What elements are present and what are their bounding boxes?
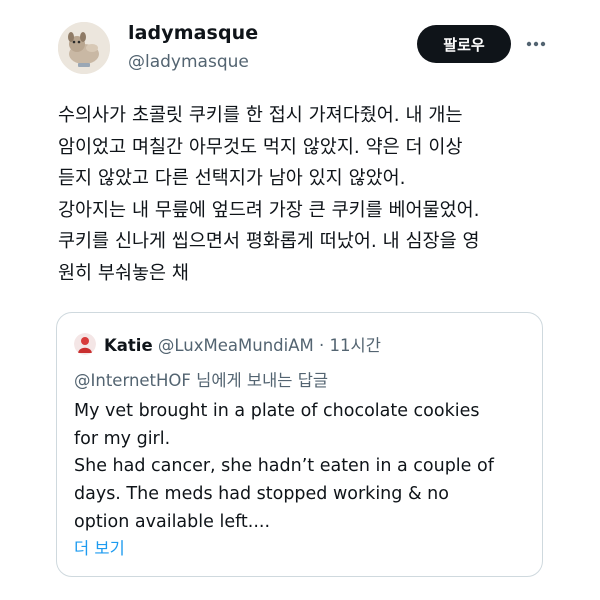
reply-context: @InternetHOF 님에게 보내는 답글 — [74, 367, 328, 391]
red-avatar-icon — [74, 333, 96, 355]
show-more-link[interactable]: 더 보기 — [74, 535, 125, 559]
tweet-text-line: 수의사가 초콜릿 쿠키를 한 접시 가져다줬어. 내 개는 — [58, 105, 463, 126]
dog-avatar-icon — [58, 22, 110, 74]
tweet-text: 수의사가 초콜릿 쿠키를 한 접시 가져다줬어. 내 개는 암이었고 며칠간 아… — [58, 100, 558, 290]
tweet-text-line: 강아지는 내 무릎에 엎드려 가장 큰 쿠키를 베어물었어. — [58, 199, 480, 221]
tweet-text-line: 듣지 않았고 다른 선택지가 남아 있지 않았어. — [58, 168, 406, 190]
quote-text-line: for my girl. — [74, 428, 171, 449]
tweet-text-line: 암이었고 며칠간 아무것도 먹지 않았지. 약은 더 이상 — [58, 136, 463, 158]
tweet-post: ladymasque @ladymasque 팔로우 수의사가 초콜릿 쿠키를 … — [0, 0, 600, 600]
reply-suffix: 님에게 보내는 답글 — [190, 371, 329, 390]
reply-mention[interactable]: @InternetHOF — [74, 371, 191, 390]
tweet-text-line: 쿠키를 신나게 씹으면서 평화롭게 떠났어. 내 심장을 영 — [58, 231, 480, 253]
quote-author-handle[interactable]: @LuxMeaMundiAM — [158, 336, 314, 355]
author-handle[interactable]: @ladymasque — [128, 52, 249, 72]
quote-text-line: My vet brought in a plate of chocolate c… — [74, 401, 480, 421]
author-avatar[interactable] — [58, 22, 110, 74]
quote-text-line: She had cancer, she hadn’t eaten in a co… — [74, 456, 494, 477]
quote-header: Katie @LuxMeaMundiAM · 11시간 — [104, 332, 381, 356]
quoted-tweet-card[interactable]: Katie @LuxMeaMundiAM · 11시간 @InternetHOF… — [56, 312, 543, 577]
quote-text-line: option available left.... — [74, 511, 271, 532]
more-options-icon[interactable] — [522, 30, 550, 58]
quote-separator: · — [319, 336, 325, 355]
quote-time[interactable]: 11시간 — [330, 336, 381, 355]
quote-author-name[interactable]: Katie — [104, 336, 153, 355]
follow-button[interactable]: 팔로우 — [417, 25, 511, 63]
tweet-text-line: 원히 부숴놓은 채 — [58, 262, 189, 284]
quote-text: My vet brought in a plate of chocolate c… — [74, 398, 534, 537]
quote-text-line: days. The meds had stopped working & no — [74, 484, 449, 505]
quote-author-avatar[interactable] — [74, 333, 96, 355]
author-display-name[interactable]: ladymasque — [128, 22, 258, 44]
